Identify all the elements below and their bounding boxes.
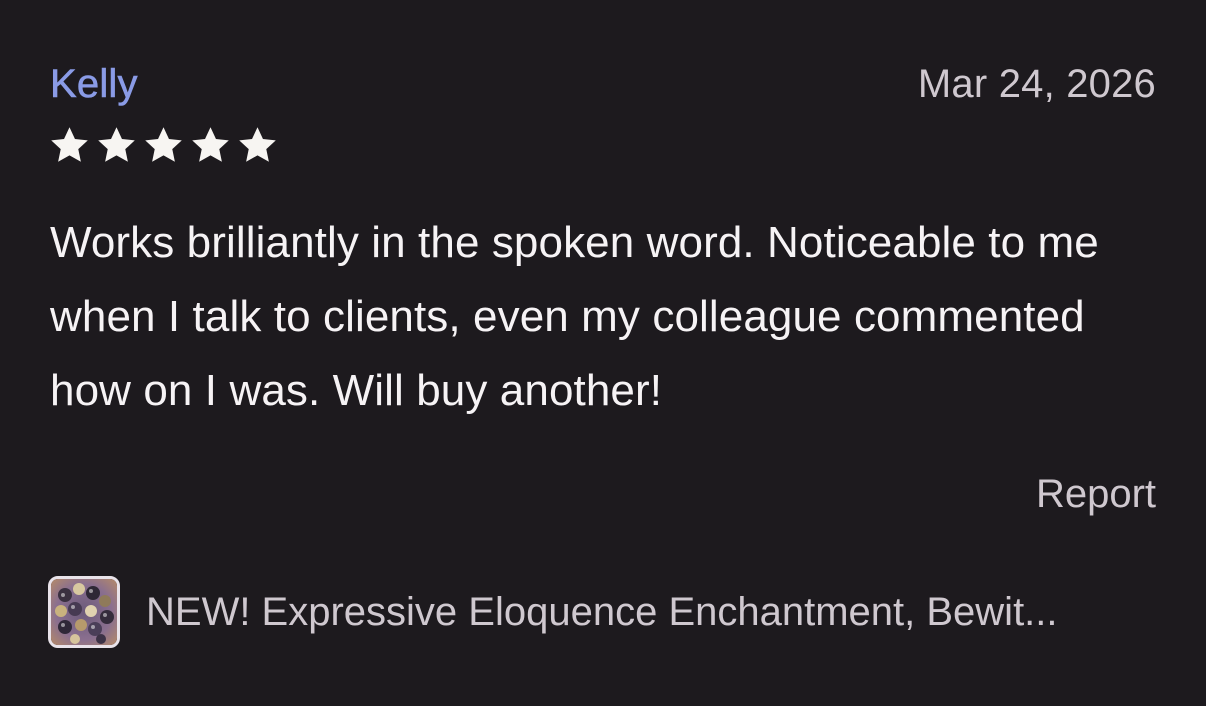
product-link[interactable]: NEW! Expressive Eloquence Enchantment, B… — [48, 576, 1158, 648]
review-date: Mar 24, 2026 — [917, 62, 1156, 106]
star-icon — [189, 124, 232, 167]
review-text: Works brilliantly in the spoken word. No… — [50, 218, 1099, 415]
review-card: Kelly Mar 24, 2026 Works brilliantly in … — [0, 0, 1206, 706]
star-icon — [236, 124, 279, 167]
star-icon — [95, 124, 138, 167]
star-icon — [48, 124, 91, 167]
product-thumbnail[interactable] — [48, 576, 120, 648]
star-rating — [48, 124, 279, 167]
report-button[interactable]: Report — [1036, 470, 1156, 518]
star-icon — [142, 124, 185, 167]
product-title[interactable]: NEW! Expressive Eloquence Enchantment, B… — [146, 588, 1058, 636]
reviewer-name[interactable]: Kelly — [50, 60, 138, 108]
